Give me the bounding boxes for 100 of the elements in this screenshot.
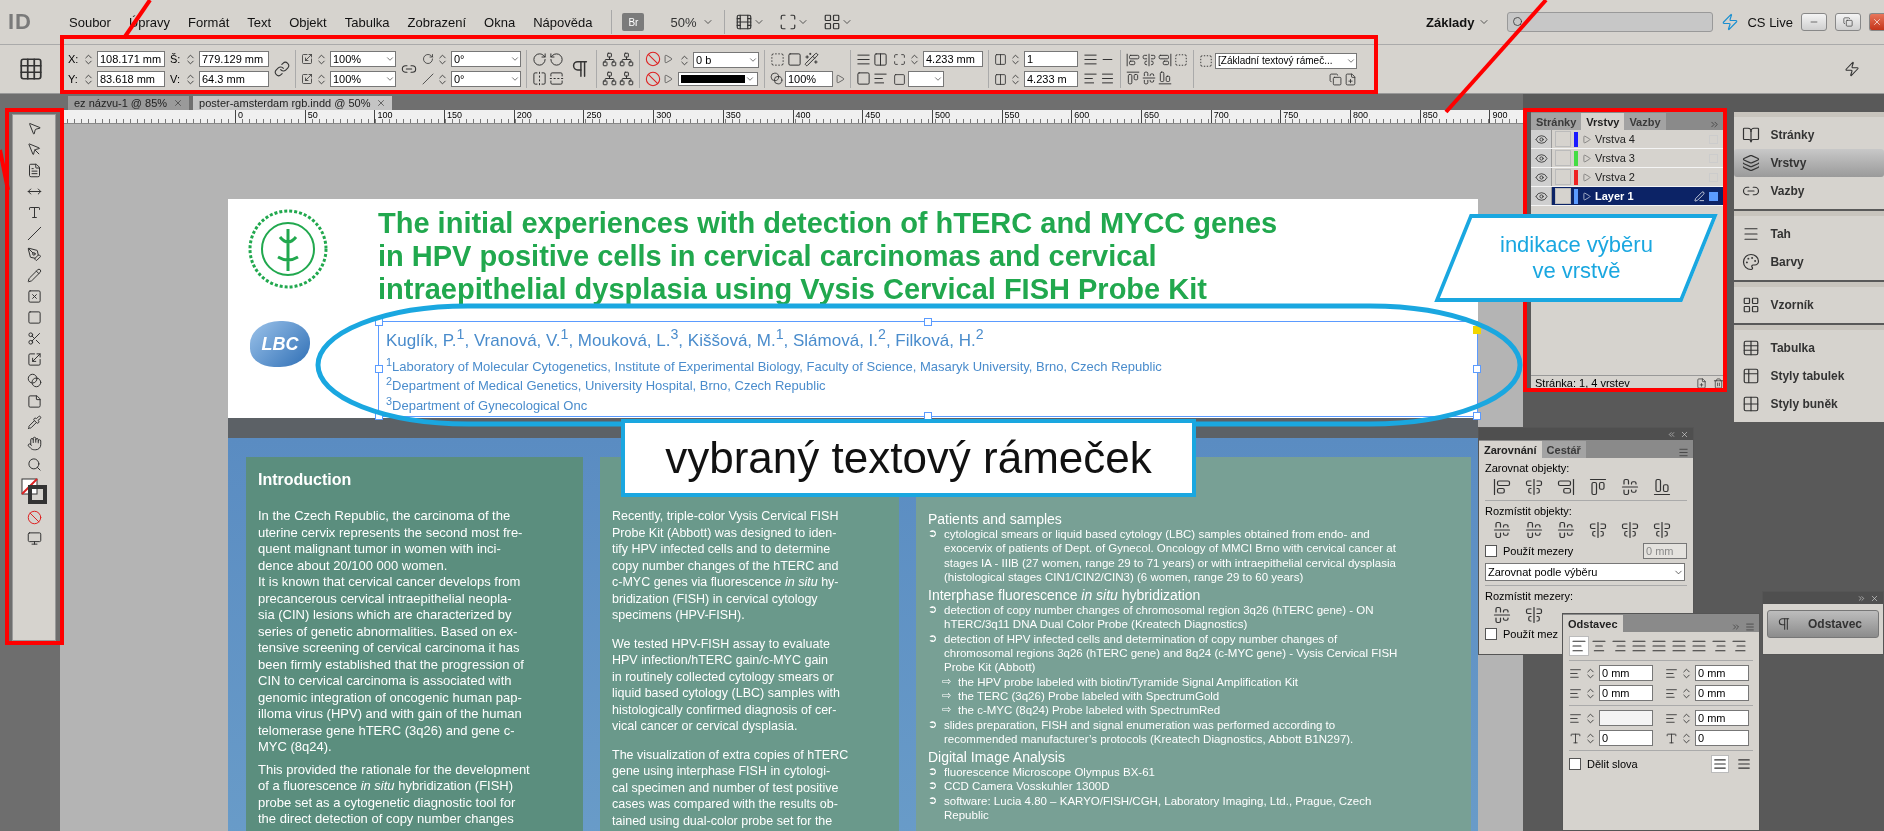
shear-icon[interactable] [422,73,434,85]
menu-item[interactable]: Soubor [60,14,120,30]
rotate-icon[interactable] [532,52,547,67]
panel-tab[interactable]: Cestář [1541,441,1586,458]
arrange-documents-icon[interactable] [823,13,842,31]
pen-tool-icon[interactable] [26,247,42,262]
distribute-icon[interactable] [1525,521,1543,539]
pages-icon[interactable] [1742,126,1761,144]
layer-row[interactable]: Vrstva 2 [1531,168,1725,187]
scale-dropdown[interactable]: 100% [330,51,396,67]
opacity-field[interactable]: 100% [785,70,833,87]
angle-icon[interactable] [422,53,434,65]
checkbox[interactable] [1485,628,1497,640]
alignment-button[interactable] [1569,636,1589,656]
spinner-icon[interactable] [1680,731,1693,745]
effects-icon[interactable] [804,51,819,67]
distribute-icon[interactable] [1653,521,1671,539]
spinner-icon[interactable] [1680,686,1693,700]
zoom-dropdown[interactable]: 50% [670,14,715,30]
opacity-icon[interactable] [770,72,783,85]
frame-icon[interactable] [1174,53,1188,67]
close-icon[interactable] [173,98,184,108]
direct-selection-icon[interactable] [26,142,42,157]
table-icon[interactable] [1742,339,1761,357]
hierarchy-icon[interactable] [602,71,617,86]
menu-item[interactable]: Zobrazení [398,14,476,30]
new-style-icon[interactable] [1344,72,1357,86]
position-field[interactable]: 108.171 mm [97,51,165,67]
expand-icon[interactable] [1857,593,1866,603]
space-before-icon[interactable] [1569,711,1582,725]
stroke-weight-dropdown[interactable]: 0 b [693,52,759,68]
spinner-icon[interactable] [184,52,197,66]
gutter-field[interactable]: 4.233 m [1024,71,1078,87]
cs-live-link[interactable]: CS Live [1747,14,1793,30]
rectangle-tool-icon[interactable] [26,310,42,325]
hierarchy-icon[interactable] [602,52,617,67]
indent-field[interactable]: 0 mm [1695,685,1749,701]
menu-item[interactable]: Text [238,14,281,30]
distribute-icon[interactable] [1493,606,1511,624]
columns-icon[interactable] [994,52,1007,66]
menu-item[interactable]: Objekt [280,14,336,30]
fill-stroke-icon[interactable] [21,478,47,504]
selection-tool-icon[interactable] [26,121,42,136]
spinner-icon[interactable] [82,72,95,86]
dock-item[interactable]: Tah [1734,220,1884,248]
table-icon[interactable] [1742,367,1761,385]
flip-icon[interactable] [532,71,547,86]
arrow-icon[interactable] [835,73,845,84]
paragraph-panel-button[interactable]: Odstavec [1767,610,1879,638]
scale-icon[interactable] [301,53,313,65]
columns-field[interactable]: 1 [1024,51,1078,67]
delete-icon[interactable] [1713,377,1725,389]
link-icon[interactable] [274,61,290,77]
angle-dropdown[interactable]: 0° [451,51,521,67]
layer-row[interactable]: Vrstva 4 [1531,130,1725,149]
spinner-icon[interactable] [436,52,449,66]
dock-item[interactable]: Styly buněk [1734,390,1884,418]
frame-tool-icon[interactable] [26,289,42,304]
object-style-dropdown[interactable]: [Základní textový rámeč... [1215,52,1357,69]
inset-icon[interactable] [893,52,906,66]
columns-icon[interactable] [873,52,888,67]
indent-field[interactable]: 0 mm [1599,665,1653,681]
restore-icon[interactable] [1843,17,1853,27]
spinner-icon[interactable] [1009,72,1022,86]
indent-icon[interactable] [1665,686,1678,700]
panel-tab[interactable]: Vrstvy [1581,113,1625,130]
indent-icon[interactable] [1569,686,1582,700]
eye-icon[interactable] [1534,132,1548,146]
pilcrow-icon[interactable] [1776,616,1792,632]
dock-item[interactable]: Tabulka [1734,334,1884,362]
menu-item[interactable]: Formát [179,14,239,30]
layer-row[interactable]: Layer 1 [1531,187,1725,206]
shadow-icon[interactable] [770,51,785,67]
search-icon[interactable] [1512,16,1525,28]
panel-menu-icon[interactable] [1678,447,1689,458]
spinner-icon[interactable] [1584,686,1597,700]
align-to-dropdown[interactable]: Zarovnat podle výběru [1485,563,1685,581]
document-tab[interactable]: ez názvu-1 @ 85% [68,96,190,110]
minimize-button[interactable] [1801,13,1827,31]
palette-icon[interactable] [1742,253,1761,271]
panel-tab[interactable]: Zarovnání [1479,441,1542,458]
frame-icon[interactable] [856,71,871,86]
menu-item[interactable]: Nápověda [524,14,602,30]
distribute-icon[interactable] [1493,521,1511,539]
scale-dropdown[interactable]: 100% [330,71,396,87]
dock-item[interactable]: Vrstvy [1734,149,1884,177]
space-after-field[interactable]: 0 mm [1695,710,1749,726]
spinner-icon[interactable] [1584,711,1597,725]
indent-field[interactable]: 0 mm [1695,665,1749,681]
screen-mode-icon[interactable] [26,531,42,546]
no-fill-icon[interactable] [645,51,661,67]
free-transform-icon[interactable] [26,352,42,367]
caret-icon[interactable] [933,74,943,84]
drop-cap-icon[interactable] [1569,731,1582,745]
note-icon[interactable] [26,394,42,409]
close-icon[interactable] [1870,593,1879,603]
drop-cap-field[interactable]: 0 [1695,730,1749,746]
page-tool-icon[interactable] [26,163,42,178]
selection-frame[interactable] [378,321,1478,417]
dock-item[interactable]: Barvy [1734,248,1884,276]
